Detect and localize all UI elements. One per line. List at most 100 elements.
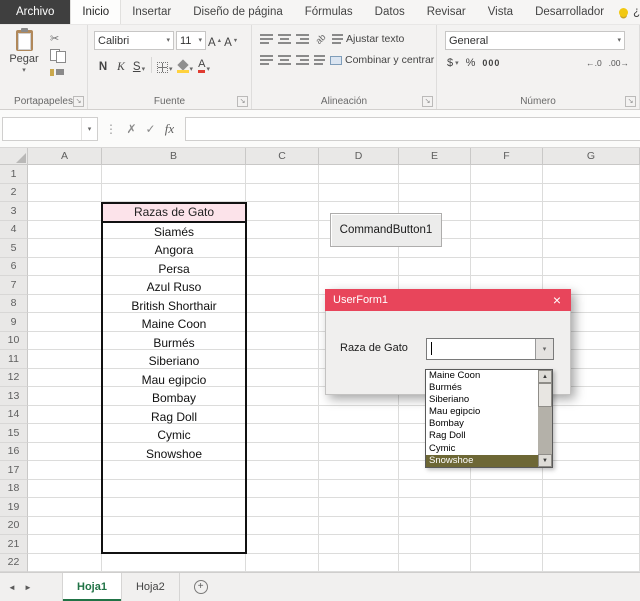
row-header-7[interactable]: 7 bbox=[0, 276, 28, 295]
align-middle-icon[interactable] bbox=[278, 34, 291, 44]
formula-bar-splitter[interactable]: ⋮ bbox=[105, 122, 117, 136]
cell-G21[interactable] bbox=[543, 535, 640, 554]
cell-G3[interactable] bbox=[543, 202, 640, 221]
cancel-button[interactable]: ✗ bbox=[122, 122, 141, 136]
cell-A2[interactable] bbox=[28, 183, 102, 202]
name-box-dropdown-arrow[interactable]: ▾ bbox=[81, 117, 97, 140]
font-name-select[interactable]: Calibri ▾ bbox=[94, 31, 174, 50]
ribbon-tab-datos[interactable]: Datos bbox=[364, 0, 416, 24]
cat-table-cell-snowshoe[interactable]: Snowshoe bbox=[103, 445, 245, 464]
cell-F1[interactable] bbox=[471, 165, 543, 184]
number-format-select[interactable]: General ▾ bbox=[445, 31, 625, 50]
cat-table-cell-siberiano[interactable]: Siberiano bbox=[103, 352, 245, 371]
cell-E2[interactable] bbox=[399, 183, 471, 202]
cell-G4[interactable] bbox=[543, 220, 640, 239]
dropdown-item-rag-doll[interactable]: Rag Doll bbox=[426, 430, 538, 442]
cat-table-cell-rag-doll[interactable]: Rag Doll bbox=[103, 408, 245, 427]
cell-D14[interactable] bbox=[319, 405, 399, 424]
cell-C16[interactable] bbox=[246, 442, 319, 461]
cell-C3[interactable] bbox=[246, 202, 319, 221]
cell-A3[interactable] bbox=[28, 202, 102, 221]
cell-F4[interactable] bbox=[471, 220, 543, 239]
cell-C20[interactable] bbox=[246, 516, 319, 535]
alignment-dialog-launcher[interactable]: ↘ bbox=[422, 96, 433, 107]
cell-D15[interactable] bbox=[319, 424, 399, 443]
cell-G15[interactable] bbox=[543, 424, 640, 443]
cell-G22[interactable] bbox=[543, 553, 640, 572]
cell-E19[interactable] bbox=[399, 498, 471, 517]
copy-icon[interactable] bbox=[50, 48, 66, 63]
row-header-19[interactable]: 19 bbox=[0, 498, 28, 517]
cell-E20[interactable] bbox=[399, 516, 471, 535]
cell-A5[interactable] bbox=[28, 239, 102, 258]
cat-table-cell-british-shorthair[interactable]: British Shorthair bbox=[103, 297, 245, 316]
cell-G6[interactable] bbox=[543, 257, 640, 276]
cell-B2[interactable] bbox=[102, 183, 246, 202]
wrap-text-button[interactable]: Ajustar texto bbox=[332, 33, 404, 45]
cell-E21[interactable] bbox=[399, 535, 471, 554]
cell-A18[interactable] bbox=[28, 479, 102, 498]
cell-C22[interactable] bbox=[246, 553, 319, 572]
cell-E1[interactable] bbox=[399, 165, 471, 184]
cell-A20[interactable] bbox=[28, 516, 102, 535]
column-header-a[interactable]: A bbox=[28, 148, 102, 165]
dropdown-item-bombay[interactable]: Bombay bbox=[426, 418, 538, 430]
cell-D19[interactable] bbox=[319, 498, 399, 517]
cell-C5[interactable] bbox=[246, 239, 319, 258]
cell-A21[interactable] bbox=[28, 535, 102, 554]
row-header-11[interactable]: 11 bbox=[0, 350, 28, 369]
column-header-d[interactable]: D bbox=[319, 148, 399, 165]
cell-E18[interactable] bbox=[399, 479, 471, 498]
cat-table-cell-maine-coon[interactable]: Maine Coon bbox=[103, 315, 245, 334]
column-header-b[interactable]: B bbox=[102, 148, 246, 165]
cat-table-cell-persa[interactable]: Persa bbox=[103, 260, 245, 279]
row-header-17[interactable]: 17 bbox=[0, 461, 28, 480]
font-dialog-launcher[interactable]: ↘ bbox=[237, 96, 248, 107]
align-right-icon[interactable] bbox=[296, 55, 309, 65]
cell-C10[interactable] bbox=[246, 331, 319, 350]
row-header-18[interactable]: 18 bbox=[0, 479, 28, 498]
new-sheet-button[interactable]: + bbox=[188, 573, 214, 601]
scroll-up-button[interactable]: ▲ bbox=[538, 370, 552, 383]
select-all-corner[interactable] bbox=[0, 148, 28, 165]
ribbon-tab-archivo[interactable]: Archivo bbox=[0, 0, 71, 24]
cell-C13[interactable] bbox=[246, 387, 319, 406]
cell-A4[interactable] bbox=[28, 220, 102, 239]
name-box[interactable]: ▾ bbox=[2, 116, 98, 141]
font-size-select[interactable]: 11 ▾ bbox=[176, 31, 206, 50]
cell-C14[interactable] bbox=[246, 405, 319, 424]
cell-G1[interactable] bbox=[543, 165, 640, 184]
cell-A17[interactable] bbox=[28, 461, 102, 480]
increase-decimal-button[interactable]: ←.0 bbox=[586, 58, 602, 68]
cell-C8[interactable] bbox=[246, 294, 319, 313]
cut-icon[interactable]: ✂ bbox=[50, 31, 66, 45]
cat-table-cell-angora[interactable]: Angora bbox=[103, 241, 245, 260]
cell-D2[interactable] bbox=[319, 183, 399, 202]
dropdown-item-maine-coon[interactable]: Maine Coon bbox=[426, 370, 538, 382]
cell-D20[interactable] bbox=[319, 516, 399, 535]
cell-F19[interactable] bbox=[471, 498, 543, 517]
clipboard-dialog-launcher[interactable]: ↘ bbox=[73, 96, 84, 107]
cell-C7[interactable] bbox=[246, 276, 319, 295]
cell-G16[interactable] bbox=[543, 442, 640, 461]
ribbon-tab-diseno-de-pagina[interactable]: Diseño de página bbox=[182, 0, 294, 24]
accounting-format-button[interactable]: $ ▾ bbox=[447, 57, 459, 69]
cell-B22[interactable] bbox=[102, 553, 246, 572]
column-header-c[interactable]: C bbox=[246, 148, 319, 165]
cell-C6[interactable] bbox=[246, 257, 319, 276]
row-header-16[interactable]: 16 bbox=[0, 442, 28, 461]
align-top-icon[interactable] bbox=[260, 34, 273, 44]
next-sheet-button[interactable]: ► bbox=[20, 573, 36, 601]
increase-font-button[interactable]: A ▲ bbox=[208, 32, 222, 50]
cell-C17[interactable] bbox=[246, 461, 319, 480]
ribbon-tab-vista[interactable]: Vista bbox=[477, 0, 524, 24]
row-header-12[interactable]: 12 bbox=[0, 368, 28, 387]
command-button1[interactable]: CommandButton1 bbox=[330, 213, 442, 247]
cat-table-cell-azul-ruso[interactable]: Azul Ruso bbox=[103, 278, 245, 297]
decrease-font-button[interactable]: A ▼ bbox=[224, 32, 238, 50]
align-left-icon[interactable] bbox=[260, 55, 273, 65]
cell-D21[interactable] bbox=[319, 535, 399, 554]
cell-D1[interactable] bbox=[319, 165, 399, 184]
prev-sheet-button[interactable]: ◄ bbox=[4, 573, 20, 601]
userform-titlebar[interactable]: UserForm1 × bbox=[325, 289, 571, 311]
